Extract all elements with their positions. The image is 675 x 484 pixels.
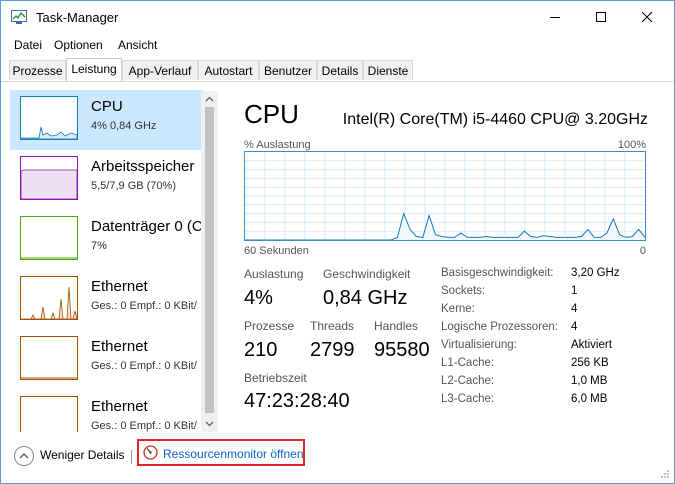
maximize-icon [596, 12, 606, 22]
chevron-up-icon [19, 453, 29, 459]
ethernet-thumbnail-graph [20, 396, 78, 432]
maximize-button[interactable] [578, 1, 624, 33]
sidebar-item-cpu[interactable]: CPU 4% 0,84 GHz [10, 90, 203, 150]
sidebar-item-subtitle: Ges.: 0 Empf.: 0 KBit/ [91, 300, 197, 312]
ethernet-thumbnail-graph [20, 276, 78, 320]
resource-monitor-link[interactable]: Ressourcenmonitor öffnen [163, 447, 304, 461]
betriebszeit-label: Betriebszeit [244, 371, 307, 385]
info-label: L3-Cache: [441, 393, 495, 405]
tab-app-verlauf[interactable]: App-Verlauf [122, 60, 198, 80]
task-manager-icon [11, 10, 27, 24]
window-title: Task-Manager [36, 10, 119, 25]
page-title: CPU [244, 99, 299, 129]
sidebar-item-subtitle: 4% 0,84 GHz [91, 120, 157, 132]
info-label: L1-Cache: [441, 357, 495, 369]
info-label: Virtualisierung: [441, 339, 517, 351]
cpu-usage-graph [244, 151, 646, 241]
tab-benutzer[interactable]: Benutzer [259, 60, 317, 80]
graph-ylabel: % Auslastung [244, 139, 311, 151]
close-button[interactable] [624, 1, 670, 33]
cpu-model-name: Intel(R) Core(TM) i5-4460 CPU@ 3.20GHz [342, 111, 648, 128]
info-value: 1 [571, 285, 578, 297]
tab-bar: Prozesse Leistung App-Verlauf Autostart … [1, 58, 674, 82]
less-details-link[interactable]: Weniger Details [40, 448, 124, 462]
less-details-button[interactable] [14, 446, 34, 466]
sidebar-item-title: Arbeitsspeicher [91, 158, 195, 175]
info-value: 6,0 MB [571, 393, 608, 405]
sidebar-item-datentraeger[interactable]: Datenträger 0 (C 7% [10, 210, 203, 270]
sidebar-item-title: CPU [91, 98, 123, 115]
info-label: Logische Prozessoren: [441, 321, 558, 333]
footer-separator [131, 450, 132, 464]
task-manager-window: Task-Manager Datei Optionen Ansicht Proz… [0, 0, 675, 484]
performance-sidebar: CPU 4% 0,84 GHz Arbeitsspeicher 5,5/7,9 … [10, 90, 218, 432]
info-label: Kerne: [441, 303, 475, 315]
sidebar-item-title: Datenträger 0 (C [91, 218, 203, 235]
sidebar-item-ethernet-1[interactable]: Ethernet Ges.: 0 Empf.: 0 KBit/ [10, 270, 203, 330]
tab-prozesse[interactable]: Prozesse [9, 60, 66, 80]
sidebar-item-subtitle: Ges.: 0 Empf.: 0 KBit/ [91, 420, 197, 432]
resource-monitor-button[interactable]: Ressourcenmonitor öffnen [137, 439, 305, 466]
memory-thumbnail-graph [20, 156, 78, 200]
sidebar-item-ethernet-2[interactable]: Ethernet Ges.: 0 Empf.: 0 KBit/ [10, 330, 203, 390]
threads-value: 2799 [310, 339, 355, 361]
resize-grip-icon[interactable] [660, 469, 670, 479]
auslastung-label: Auslastung [244, 267, 304, 281]
scroll-thumb[interactable] [205, 107, 214, 413]
footer-bar: Weniger Details Ressourcenmonitor öffnen [1, 437, 674, 483]
graph-ymax-label: 100% [617, 139, 646, 151]
threads-label: Threads [310, 319, 355, 333]
sidebar-item-title: Ethernet [91, 278, 148, 295]
scroll-up-icon[interactable] [205, 96, 214, 102]
cpu-usage-graph-svg [245, 152, 646, 241]
close-icon [641, 11, 653, 23]
handles-label: Handles [374, 319, 419, 333]
menu-datei[interactable]: Datei [14, 38, 42, 52]
geschwindigkeit-value: 0,84 GHz [323, 287, 408, 309]
menu-bar: Datei Optionen Ansicht [1, 35, 674, 55]
info-label: Sockets: [441, 285, 486, 297]
info-label: L2-Cache: [441, 375, 495, 387]
title-bar[interactable]: Task-Manager [1, 1, 674, 33]
sidebar-item-title: Ethernet [91, 338, 148, 355]
menu-ansicht[interactable]: Ansicht [118, 38, 157, 52]
scroll-down-icon[interactable] [205, 421, 214, 427]
graph-xlabel-left: 60 Sekunden [244, 245, 309, 257]
cpu-thumbnail-graph [20, 96, 78, 140]
tab-details[interactable]: Details [317, 60, 363, 80]
tab-dienste[interactable]: Dienste [363, 60, 413, 80]
resource-monitor-icon [143, 445, 158, 460]
info-value: 4 [571, 321, 578, 333]
tab-leistung[interactable]: Leistung [66, 58, 122, 81]
ethernet-thumbnail-graph [20, 336, 78, 380]
sidebar-item-subtitle: 7% [91, 240, 107, 252]
menu-optionen[interactable]: Optionen [54, 38, 103, 52]
geschwindigkeit-label: Geschwindigkeit [323, 267, 411, 281]
info-value: 4 [571, 303, 578, 315]
sidebar-item-subtitle: Ges.: 0 Empf.: 0 KBit/ [91, 360, 197, 372]
info-value: 3,20 GHz [571, 267, 620, 279]
info-value: 1,0 MB [571, 375, 608, 387]
tab-autostart[interactable]: Autostart [198, 60, 259, 80]
sidebar-item-arbeitsspeicher[interactable]: Arbeitsspeicher 5,5/7,9 GB (70%) [10, 150, 203, 210]
betriebszeit-value: 47:23:28:40 [244, 390, 350, 412]
prozesse-value: 210 [244, 339, 278, 361]
info-value: Aktiviert [571, 339, 612, 351]
minimize-icon [550, 17, 560, 18]
disk-thumbnail-graph [20, 216, 78, 260]
graph-xlabel-right: 0 [639, 245, 646, 257]
sidebar-item-title: Ethernet [91, 398, 148, 415]
info-value: 256 KB [571, 357, 609, 369]
sidebar-scrollbar[interactable] [201, 91, 218, 432]
handles-value: 95580 [374, 339, 430, 361]
sidebar-item-ethernet-3[interactable]: Ethernet Ges.: 0 Empf.: 0 KBit/ [10, 390, 203, 432]
minimize-button[interactable] [532, 1, 578, 33]
prozesse-label: Prozesse [244, 319, 295, 333]
sidebar-item-subtitle: 5,5/7,9 GB (70%) [91, 180, 176, 192]
auslastung-value: 4% [244, 287, 273, 309]
info-label: Basisgeschwindigkeit: [441, 267, 554, 279]
